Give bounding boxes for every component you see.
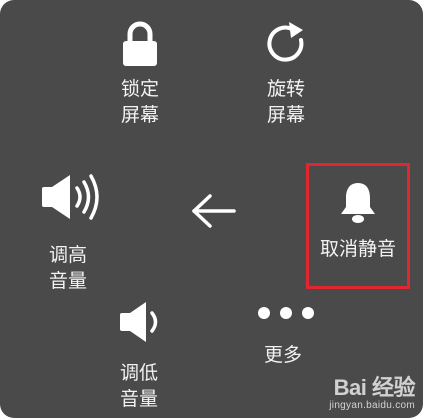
lock-screen-button[interactable]: 锁定 屏幕: [105, 20, 175, 128]
rotate-screen-label: 旋转 屏幕: [266, 78, 305, 126]
lock-screen-label: 锁定 屏幕: [120, 78, 159, 126]
volume-up-icon: [42, 174, 99, 220]
baidu-jingyan-watermark: Bai 经验 jingyan.baidu.com: [329, 376, 415, 412]
unmute-label: 取消静音: [319, 238, 396, 260]
volume-up-button[interactable]: 调高 音量: [23, 172, 113, 294]
volume-down-button[interactable]: 调低 音量: [101, 300, 177, 412]
watermark-main: Bai 经验: [333, 375, 416, 400]
watermark-url: jingyan.baidu.com: [329, 400, 415, 411]
volume-up-label: 调高 音量: [48, 244, 87, 292]
more-label: 更多: [264, 344, 303, 366]
more-dots-icon: [258, 307, 314, 319]
volume-down-icon: [120, 302, 158, 342]
rotate-icon: [267, 22, 304, 62]
more-button[interactable]: 更多: [256, 306, 316, 368]
back-button[interactable]: [189, 193, 237, 231]
rotate-screen-button[interactable]: 旋转 屏幕: [251, 20, 321, 128]
bell-icon: [341, 183, 375, 223]
unmute-button[interactable]: 取消静音: [306, 163, 410, 289]
assistive-touch-menu: 锁定 屏幕 旋转 屏幕 调高 音量 取消静音 调低 音量 更多 Bai 经验 j…: [0, 0, 423, 418]
volume-down-label: 调低 音量: [119, 362, 158, 410]
back-arrow-icon: [192, 194, 236, 228]
lock-icon: [123, 21, 157, 66]
